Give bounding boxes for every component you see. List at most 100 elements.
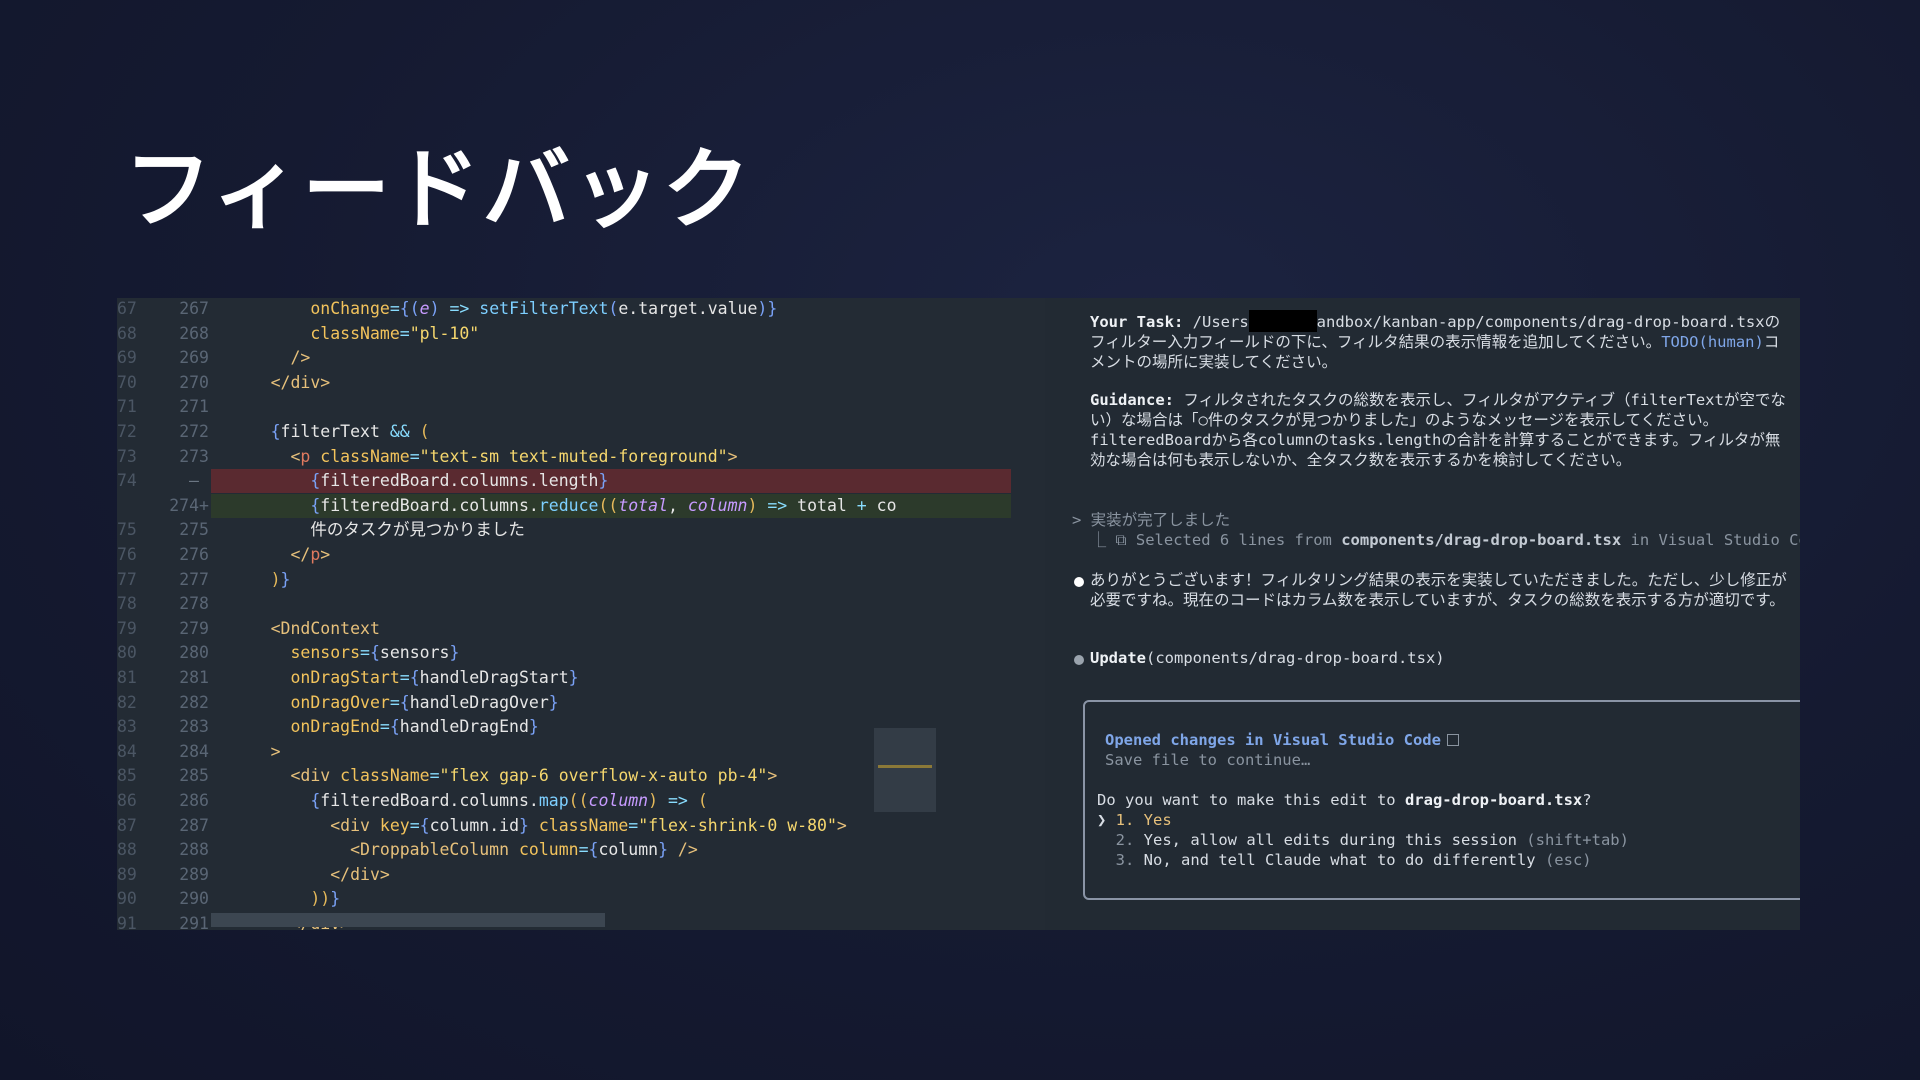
code-token: => — [439, 299, 480, 318]
code-token: { — [588, 840, 599, 860]
code-token: = — [399, 323, 410, 343]
code-token: column — [687, 495, 748, 515]
code-line[interactable]: 82 282 onDragOver={handleDragOver} — [117, 691, 1045, 715]
minimap[interactable] — [874, 728, 936, 812]
update-args: (components/drag-drop-board.tsx) — [1146, 649, 1445, 667]
code-text: )} — [211, 568, 291, 592]
code-line[interactable]: 90 290 ))} — [117, 887, 1045, 911]
code-token: } — [330, 889, 341, 909]
code-token: column — [598, 840, 659, 860]
code-token: } — [568, 668, 579, 687]
code-line[interactable]: 81 281 onDragStart={handleDragStart} — [117, 666, 1045, 690]
line-number-old: 75 — [117, 520, 137, 540]
code-token: filteredBoard.columns. — [320, 791, 539, 810]
code-line[interactable]: 80 280 sensors={sensors} — [117, 641, 1045, 665]
line-number-new: 273 — [179, 446, 209, 466]
code-line[interactable]: 88 288 <DroppableColumn column={column} /… — [117, 838, 1045, 862]
edit-confirm-dialog[interactable]: Opened changes in Visual Studio Code Sav… — [1083, 700, 1800, 900]
code-token: = — [389, 692, 400, 712]
assistant-reply: ありがとうございます！フィルタリング結果の表示を実装していただきました。ただし、… — [1090, 571, 1787, 609]
code-token: setFilterText — [479, 299, 609, 318]
code-token: <DroppableColumn — [350, 840, 510, 860]
claude-terminal[interactable]: Your Task: /Users andbox/kanban-app/compo… — [1045, 298, 1800, 930]
code-line[interactable]: 69 269 /> — [117, 346, 1045, 370]
code-token: { — [399, 692, 410, 712]
code-line[interactable]: 68 268 className="pl-10" — [117, 322, 1045, 346]
code-token: className — [310, 446, 410, 466]
line-number-new: 283 — [179, 717, 209, 737]
code-text: </div> — [211, 371, 331, 395]
option-number: 3. — [1115, 851, 1135, 869]
code-token: key — [369, 815, 410, 835]
option-number: 1. — [1115, 811, 1135, 829]
code-line[interactable]: 89 289 </div> — [117, 863, 1045, 887]
code-token: ( — [697, 791, 708, 810]
todo-human-tag: TODO(human) — [1661, 333, 1764, 351]
code-token: } — [598, 471, 609, 491]
code-line[interactable]: 67 267 onChange={(e) => setFilterText(e.t… — [117, 298, 1045, 321]
code-token: > — [320, 545, 331, 564]
code-line[interactable]: 71 271 — [117, 395, 1045, 419]
update-bullet — [1074, 655, 1084, 665]
code-token: { — [409, 668, 420, 687]
code-line[interactable]: 70 270 </div> — [117, 371, 1045, 395]
code-token: )} — [757, 299, 778, 318]
line-number-old: 72 — [117, 422, 137, 441]
code-line-deleted[interactable]: 74 — {filteredBoard.columns.length} — [117, 469, 1045, 494]
line-number-new: 281 — [179, 668, 209, 687]
code-token: ( — [608, 299, 619, 318]
code-editor[interactable]: 91 291 </div> 90 290 ))} 89 289 </div> 88 288 <… — [117, 298, 1045, 930]
code-text: 件のタスクが見つかりました — [211, 518, 525, 542]
code-text: {filteredBoard.columns.length} — [211, 469, 608, 493]
code-line[interactable]: 76 276 </p> — [117, 543, 1045, 567]
save-hint: Save file to continue… — [1105, 751, 1311, 769]
question-file: drag-drop-board.tsx — [1404, 791, 1583, 809]
code-token: column — [509, 840, 579, 860]
dialog-option-2[interactable]: 2. Yes, allow all edits during this sess… — [1097, 830, 1629, 850]
dialog-option-3[interactable]: 3. No, and tell Claude what to do differ… — [1097, 850, 1592, 870]
code-token: = — [389, 299, 400, 318]
code-line[interactable]: 72 272 {filterText && ( — [117, 420, 1045, 444]
code-token: className — [310, 323, 400, 343]
code-token: p — [300, 446, 311, 466]
code-token: onDragOver — [290, 692, 390, 712]
line-number-new: 275 — [179, 520, 209, 540]
code-token: onDragStart — [290, 668, 400, 687]
line-number-old: 83 — [117, 717, 137, 737]
code-token: total — [797, 495, 857, 515]
line-number-old: 69 — [117, 348, 137, 368]
code-token: < — [290, 446, 301, 466]
code-token: "flex gap-6 overflow-x-auto pb-4" — [439, 766, 768, 786]
code-text: > — [211, 740, 281, 764]
code-token: )) — [310, 889, 331, 909]
code-token: > — [836, 815, 847, 835]
code-token: { — [310, 495, 321, 515]
code-text: <div className="flex gap-6 overflow-x-au… — [211, 764, 777, 788]
code-token: => — [658, 791, 698, 810]
code-line[interactable]: 73 273 <p className="text-sm text-muted-f… — [117, 445, 1045, 469]
code-line[interactable]: 75 275 件のタスクが見つかりました — [117, 518, 1045, 542]
line-number-old: 76 — [117, 545, 137, 564]
code-token: = — [578, 840, 589, 860]
update-label: Update — [1090, 649, 1146, 667]
code-token: } — [280, 569, 291, 589]
code-token: e.target.value — [618, 299, 758, 318]
horizontal-scrollbar[interactable] — [211, 913, 605, 927]
option-number: 2. — [1115, 831, 1135, 849]
line-number-new: 278 — [179, 594, 209, 614]
line-number-old: 91 — [117, 914, 137, 930]
code-line-added[interactable]: 274+ {filteredBoard.columns.reduce((tota… — [117, 493, 1045, 518]
user-prompt: > 実装が完了しました — [1072, 511, 1231, 529]
code-line[interactable]: 87 287 <div key={column.id} className="fl… — [117, 814, 1045, 838]
code-line[interactable]: 79 279 <DndContext — [117, 617, 1045, 641]
reply-bullet — [1074, 577, 1084, 587]
code-line[interactable]: 78 278 — [117, 592, 1045, 616]
code-line[interactable]: 77 277 )} — [117, 568, 1045, 592]
code-token: { — [389, 717, 400, 737]
option-shortcut-hint: (shift+tab) — [1516, 831, 1629, 849]
code-text: {filteredBoard.columns.reduce((total, co… — [211, 494, 896, 518]
code-token: ) — [648, 791, 659, 810]
line-number-new: 280 — [179, 643, 209, 663]
code-token: ) — [429, 299, 440, 318]
dialog-option-1[interactable]: ❯ 1. Yes — [1097, 810, 1172, 830]
